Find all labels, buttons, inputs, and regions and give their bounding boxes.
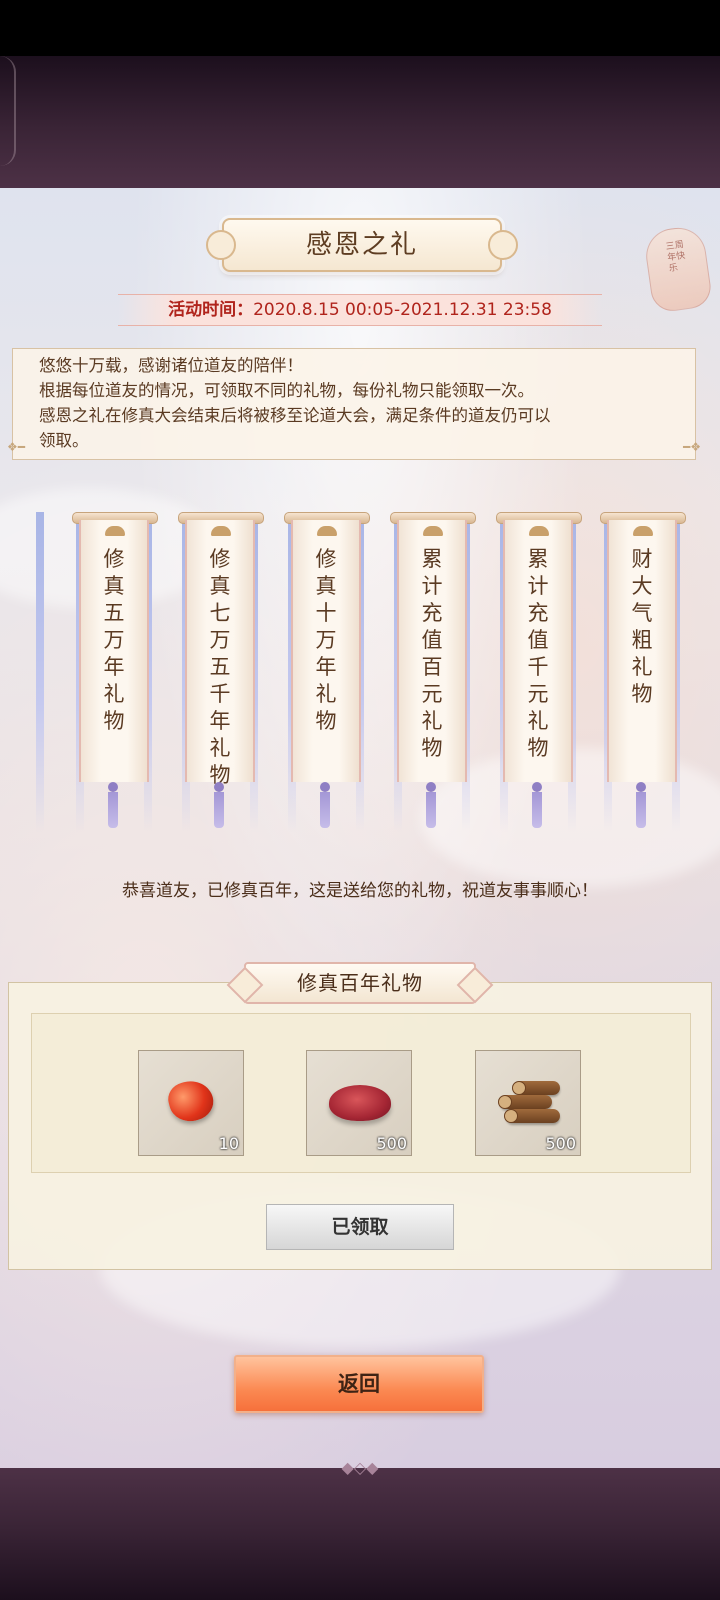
page-title: 感恩之礼	[206, 218, 518, 272]
description-line: 领取。	[39, 431, 89, 450]
scroll-title: 修真七万五千年礼物	[209, 547, 231, 787]
lantern-text: 三周年快乐	[665, 240, 686, 275]
tassel	[320, 792, 330, 828]
gift-title: 修真百年礼物	[244, 962, 476, 1004]
scroll-title: 修真十万年礼物	[315, 547, 337, 733]
fan-icon	[529, 526, 549, 536]
scroll-tab-50k[interactable]: 修真五万年礼物	[72, 512, 158, 832]
congrats-message: 恭喜道友，已修真百年，这是送给您的礼物，祝道友事事顺心！	[122, 881, 598, 901]
tassel	[108, 792, 118, 828]
description-line: 根据每位道友的情况，可领取不同的礼物，每份礼物只能领取一次。	[39, 381, 534, 400]
lantern-decoration: 三周年快乐	[642, 224, 714, 314]
tassel	[532, 792, 542, 828]
tassel-knot	[426, 782, 436, 792]
scroll-tab-75k[interactable]: 修真七万五千年礼物	[178, 512, 264, 832]
scroll-paper: 修真七万五千年礼物	[185, 520, 255, 787]
scroll-title: 累计充值百元礼物	[421, 547, 443, 760]
tassel-knot	[320, 782, 330, 792]
scroll-paper: 累计充值千元礼物	[503, 520, 573, 782]
scroll-tab-recharge-100[interactable]: 累计充值百元礼物	[390, 512, 476, 832]
tassel-knot	[636, 782, 646, 792]
claimed-button[interactable]: 已领取	[266, 1204, 454, 1250]
tassel	[426, 792, 436, 828]
item-count: 500	[545, 1134, 576, 1153]
scroll-tab-100k[interactable]: 修真十万年礼物	[284, 512, 370, 832]
ornament-icon: ◆◇◆	[341, 1458, 379, 1477]
gift-item-slot[interactable]: 10	[138, 1050, 244, 1156]
item-count: 500	[376, 1134, 407, 1153]
tassel-knot	[532, 782, 542, 792]
item-count: 10	[218, 1134, 239, 1153]
scroll-title: 累计充值千元礼物	[527, 547, 549, 760]
fan-icon	[211, 526, 231, 536]
fan-icon	[317, 526, 337, 536]
bottom-frame: ◆◇◆	[0, 1458, 720, 1600]
tassel-knot	[214, 782, 224, 792]
event-time-label: 活动时间：	[168, 300, 254, 320]
scroll-paper: 财大气粗礼物	[607, 520, 677, 782]
gift-item-slot[interactable]: 500	[475, 1050, 581, 1156]
side-notch	[0, 56, 16, 166]
event-time: 活动时间：2020.8.15 00:05-2021.12.31 23:58	[118, 294, 602, 326]
scroll-paper: 修真十万年礼物	[291, 520, 361, 782]
description-line: 感恩之礼在修真大会结束后将被移至论道大会，满足条件的道友仍可以	[39, 406, 551, 425]
meat-icon	[329, 1085, 391, 1121]
scroll-tab-big-spender[interactable]: 财大气粗礼物	[600, 512, 686, 832]
red-gem-icon	[164, 1075, 218, 1127]
top-frame	[0, 56, 720, 188]
gift-item-slot[interactable]: 500	[306, 1050, 412, 1156]
ornament-icon: ━❖	[683, 440, 701, 454]
tassel	[636, 792, 646, 828]
fan-icon	[633, 526, 653, 536]
status-bar	[0, 0, 720, 56]
scroll-paper: 修真五万年礼物	[79, 520, 149, 782]
event-time-range: 2020.8.15 00:05-2021.12.31 23:58	[253, 300, 552, 320]
tassel-knot	[108, 782, 118, 792]
scroll-paper: 累计充值百元礼物	[397, 520, 467, 782]
description-line: 悠悠十万载，感谢诸位道友的陪伴！	[39, 356, 303, 375]
tassel	[214, 792, 224, 828]
fan-icon	[105, 526, 125, 536]
scroll-title: 修真五万年礼物	[103, 547, 125, 733]
scroll-tab-recharge-1000[interactable]: 累计充值千元礼物	[496, 512, 582, 832]
ornament-icon: ❖━	[7, 440, 25, 454]
description-panel: 悠悠十万载，感谢诸位道友的陪伴！ 根据每位道友的情况，可领取不同的礼物，每份礼物…	[7, 348, 701, 460]
streamer	[36, 512, 44, 832]
return-button[interactable]: 返回	[234, 1355, 484, 1413]
fan-icon	[423, 526, 443, 536]
scroll-title: 财大气粗礼物	[631, 547, 653, 706]
